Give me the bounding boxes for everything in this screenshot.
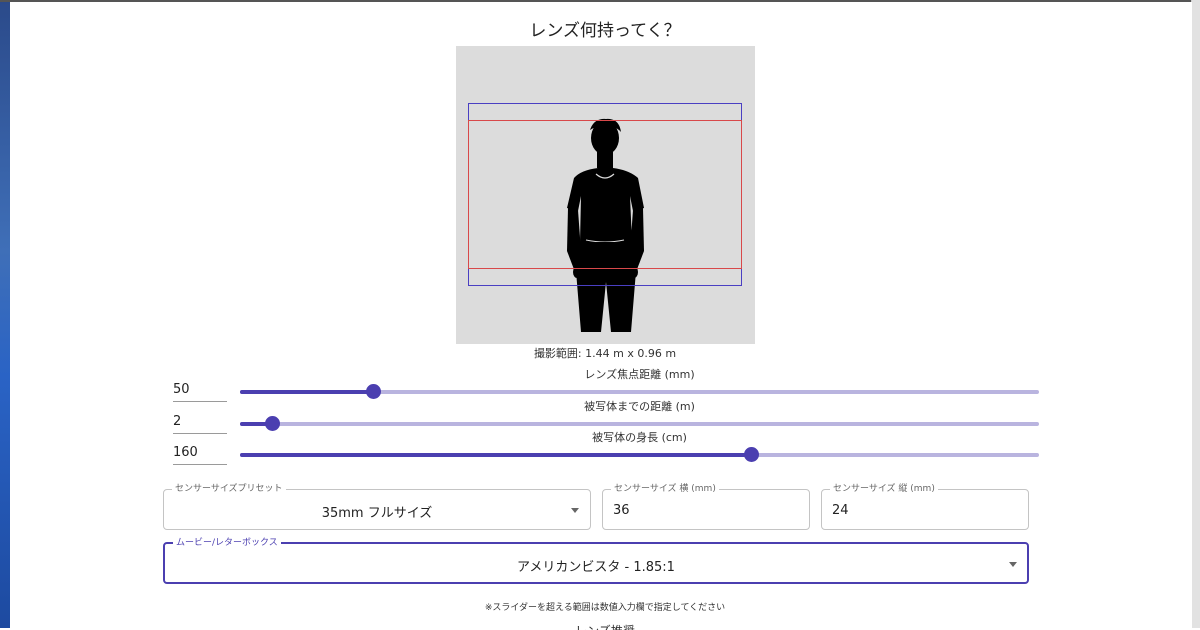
sensor-width-legend: センサーサイズ 横 (mm) [611, 483, 719, 495]
subject-height-slider[interactable] [240, 447, 1039, 462]
sensor-preset-legend: センサーサイズプリセット [172, 483, 286, 495]
letterbox-frame-red [468, 120, 742, 269]
focal-length-label: レンズ焦点距離 (mm) [584, 368, 695, 381]
preview-canvas [456, 46, 755, 344]
focal-length-slider[interactable] [240, 384, 1039, 399]
aspect-value: アメリカンビスタ - 1.85:1 [517, 560, 675, 575]
slider-thumb[interactable] [366, 384, 382, 399]
subject-height-label: 被写体の身長 (cm) [592, 431, 687, 444]
chevron-down-icon[interactable] [1009, 562, 1017, 567]
distance-label: 被写体までの距離 (m) [584, 400, 695, 413]
slider-fill [240, 390, 374, 394]
slider-fill [240, 453, 752, 457]
subject-height-input[interactable]: 160 [173, 442, 227, 465]
page-title: レンズ何持ってく？ [529, 21, 681, 41]
sensor-preset-select[interactable]: センサーサイズプリセット 35mm フルサイズ [163, 483, 591, 530]
sensor-height-legend: センサーサイズ 縦 (mm) [830, 483, 938, 495]
sensor-preset-value: 35mm フルサイズ [321, 506, 433, 521]
desktop-edge [0, 0, 10, 628]
slider-thumb[interactable] [744, 447, 760, 462]
slider-range-note: ※スライダーを超える範囲は数値入力欄で指定してください [484, 603, 726, 613]
aspect-select[interactable]: ムービー/レターボックス アメリカンビスタ - 1.85:1 [163, 537, 1029, 584]
sensor-width-value: 36 [613, 503, 630, 518]
app-page: レンズ何持ってく？ 撮影範囲: 1.44 m x 0.96 m 50 レンズ焦点… [10, 2, 1192, 630]
sensor-width-field[interactable]: センサーサイズ 横 (mm) 36 [602, 483, 810, 530]
sensor-height-field[interactable]: センサーサイズ 縦 (mm) 24 [821, 483, 1029, 530]
sensor-height-value: 24 [832, 503, 849, 518]
height-row: 160 被写体の身長 (cm) [173, 431, 1039, 465]
capture-range-text: 撮影範囲: 1.44 m x 0.96 m [533, 347, 677, 360]
chevron-down-icon[interactable] [571, 508, 579, 513]
next-section-heading: レンズ推奨 [10, 622, 1200, 630]
focal-length-input[interactable]: 50 [173, 379, 227, 402]
distance-input[interactable]: 2 [173, 411, 227, 434]
scrollbar[interactable] [1191, 0, 1200, 628]
distance-slider[interactable] [240, 416, 1039, 431]
aspect-legend: ムービー/レターボックス [173, 537, 281, 549]
